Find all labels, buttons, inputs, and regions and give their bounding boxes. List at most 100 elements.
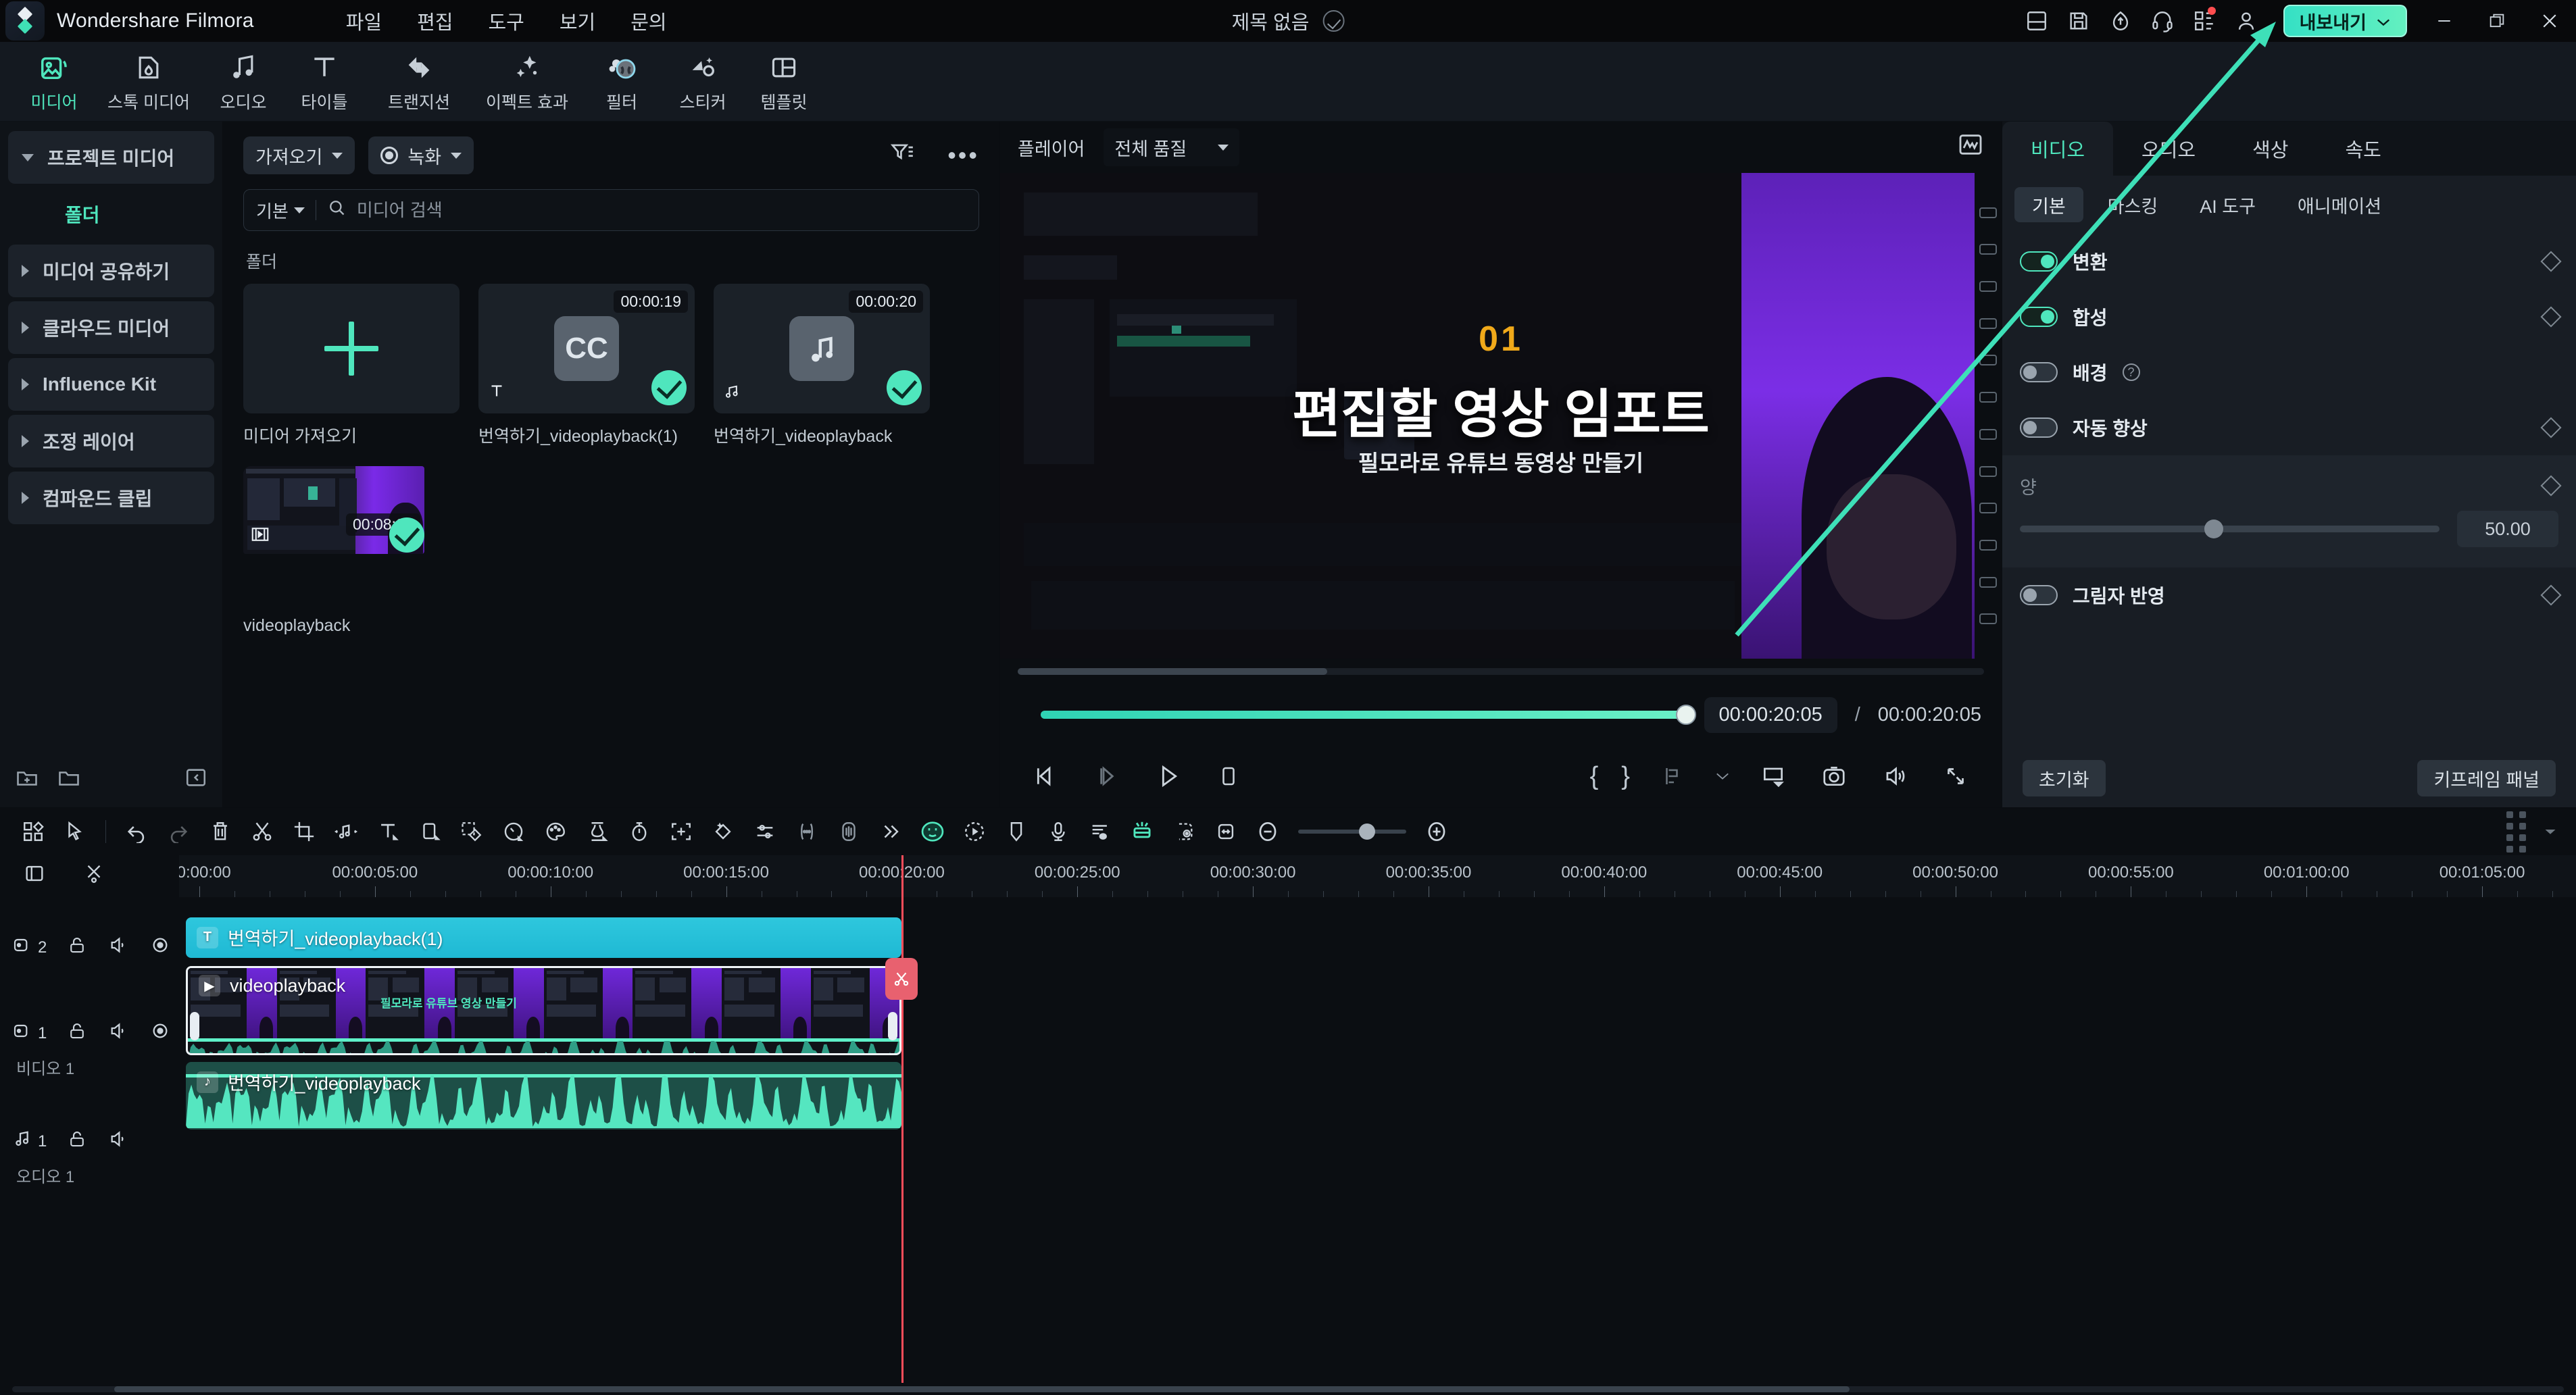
subtitle-icon[interactable] (1121, 811, 1163, 853)
track-target-icon[interactable] (12, 1020, 34, 1047)
sidebar-item-cloud-media[interactable]: 클라우드 미디어 (8, 301, 214, 354)
audio-track-icon[interactable] (12, 1128, 34, 1155)
keyframe-icon[interactable] (2540, 417, 2562, 438)
menu-help[interactable]: 문의 (613, 3, 684, 39)
select-cursor-icon[interactable] (54, 811, 96, 853)
sidebar-item-compound-clip[interactable]: 컴파운드 클립 (8, 472, 214, 524)
adjust-icon[interactable] (744, 811, 786, 853)
waveform-scope-icon[interactable] (1957, 131, 1984, 163)
seek-handle[interactable] (1675, 705, 1696, 725)
filter-sort-icon[interactable] (889, 140, 915, 171)
lock-icon[interactable] (67, 935, 87, 961)
keyframe-panel-button[interactable]: 키프레임 패널 (2417, 760, 2556, 796)
silence-detect-icon[interactable] (786, 811, 828, 853)
performance-icon[interactable] (2100, 0, 2141, 42)
keyframe-icon[interactable] (2540, 584, 2562, 606)
subtab-basic[interactable]: 기본 (2014, 187, 2083, 222)
tab-color[interactable]: 색상 (2224, 122, 2317, 176)
sidebar-item-adjustment-layer[interactable]: 조정 레이어 (8, 415, 214, 467)
track-target-icon[interactable] (12, 934, 34, 961)
compositing-toggle[interactable] (2020, 307, 2058, 327)
preview-scrub-strip[interactable] (1000, 659, 2002, 684)
tab-speed[interactable]: 속도 (2317, 122, 2409, 176)
timeline-clip-audio[interactable]: ♪ 번역하기_videoplayback (186, 1062, 902, 1130)
quality-dropdown[interactable]: 전체 품질 (1104, 128, 1240, 166)
sidebar-item-share-media[interactable]: 미디어 공유하기 (8, 245, 214, 297)
hide-icon[interactable] (149, 1020, 171, 1047)
more-options-icon[interactable]: ••• (947, 143, 979, 168)
chevron-down-icon[interactable] (1714, 757, 1731, 795)
ai-face-icon[interactable] (912, 811, 953, 853)
motion-tracking-icon[interactable] (953, 811, 995, 853)
apps-icon[interactable] (2183, 0, 2225, 42)
keyframe-icon[interactable] (2540, 475, 2562, 497)
autoreframe-icon[interactable] (660, 811, 702, 853)
timeline-clip-text[interactable]: T 번역하기_videoplayback(1) (186, 917, 902, 958)
sidebar-item-influence-kit[interactable]: Influence Kit (8, 358, 214, 411)
menu-tools[interactable]: 도구 (470, 3, 541, 39)
prev-frame-icon[interactable] (1027, 757, 1065, 795)
preview-horizontal-scrollbar[interactable] (1018, 668, 1984, 675)
delete-icon[interactable] (199, 811, 241, 853)
support-icon[interactable] (2141, 0, 2183, 42)
account-icon[interactable] (2225, 0, 2267, 42)
timeline-horizontal-scrollbar[interactable] (0, 1383, 2576, 1395)
zoom-in-icon[interactable] (1416, 811, 1458, 853)
mute-icon[interactable] (107, 1020, 129, 1047)
split-scissors-icon[interactable] (241, 811, 283, 853)
search-box[interactable]: 기본 (243, 189, 979, 231)
play-icon[interactable] (1149, 757, 1187, 795)
tab-audio[interactable]: 오디오 (2113, 122, 2224, 176)
media-item-audio[interactable]: 00:00:20 번역하기_videoplayback (714, 284, 930, 447)
speed-icon[interactable] (493, 811, 535, 853)
sidebar-item-project-media[interactable]: 프로젝트 미디어 (8, 131, 214, 184)
media-thumbnail[interactable]: 00:08:22 (243, 466, 460, 596)
mark-out-icon[interactable]: } (1621, 762, 1630, 791)
screen-mode-icon[interactable] (1754, 757, 1792, 795)
crop-icon[interactable] (283, 811, 325, 853)
keyframe-icon[interactable] (2540, 251, 2562, 272)
reset-button[interactable]: 초기화 (2023, 760, 2106, 796)
export-button[interactable]: 내보내기 (2283, 5, 2407, 37)
keyframe-icon[interactable] (2540, 306, 2562, 328)
layout-icon[interactable] (2016, 0, 2058, 42)
amount-slider[interactable] (2020, 519, 2439, 538)
fullscreen-icon[interactable] (1937, 757, 1975, 795)
lock-icon[interactable] (67, 1129, 87, 1155)
media-thumbnail[interactable]: 00:00:20 (714, 284, 930, 413)
mask-icon[interactable] (451, 811, 493, 853)
menu-file[interactable]: 파일 (328, 3, 399, 39)
timeline-options-caret-icon[interactable] (2537, 811, 2564, 853)
green-screen-icon[interactable] (576, 811, 618, 853)
render-icon[interactable] (1163, 811, 1205, 853)
tooltab-stickers[interactable]: 스티커 (662, 44, 743, 120)
media-item-subtitle[interactable]: 00:00:19 CC 번역하기_videoplayback(1) (478, 284, 695, 447)
media-thumbnail[interactable]: 00:00:19 CC (478, 284, 695, 413)
tooltab-effects[interactable]: 이펙트 효과 (473, 44, 581, 120)
preview-stage[interactable]: 01 편집할 영상 임포트 필모라로 유튜브 동영상 만들기 (1000, 173, 2002, 659)
tooltab-stock-media[interactable]: 스톡 미디어 (95, 44, 203, 120)
snapshot-icon[interactable] (1815, 757, 1853, 795)
search-scope-dropdown[interactable]: 기본 (256, 198, 305, 223)
media-item-import[interactable]: 미디어 가져오기 (243, 284, 460, 447)
import-button[interactable]: 가져오기 (243, 136, 355, 174)
folder-icon[interactable] (57, 765, 81, 795)
media-item-video[interactable]: 00:08:22 videoplayback (243, 466, 460, 636)
amount-value[interactable]: 50.00 (2457, 511, 2558, 547)
menu-edit[interactable]: 편집 (399, 3, 470, 39)
audio-stretch-icon[interactable] (828, 811, 870, 853)
subtab-masking[interactable]: 마스킹 (2090, 187, 2176, 222)
audio-detach-icon[interactable] (325, 811, 367, 853)
collapse-panel-icon[interactable] (184, 766, 207, 794)
tooltab-filters[interactable]: 필터 (581, 44, 662, 120)
tooltab-templates[interactable]: 템플릿 (743, 44, 824, 120)
minimize-button[interactable] (2418, 0, 2471, 42)
split-marker[interactable] (885, 958, 918, 1000)
tooltab-media[interactable]: 미디어 (14, 44, 95, 120)
help-icon[interactable]: ? (2122, 363, 2140, 381)
undo-icon[interactable] (116, 811, 157, 853)
snap-magnet-icon[interactable] (82, 862, 105, 890)
clip-trim-left[interactable] (190, 1012, 199, 1040)
zoom-out-icon[interactable] (1247, 811, 1289, 853)
ruler-playhead[interactable] (901, 855, 904, 897)
